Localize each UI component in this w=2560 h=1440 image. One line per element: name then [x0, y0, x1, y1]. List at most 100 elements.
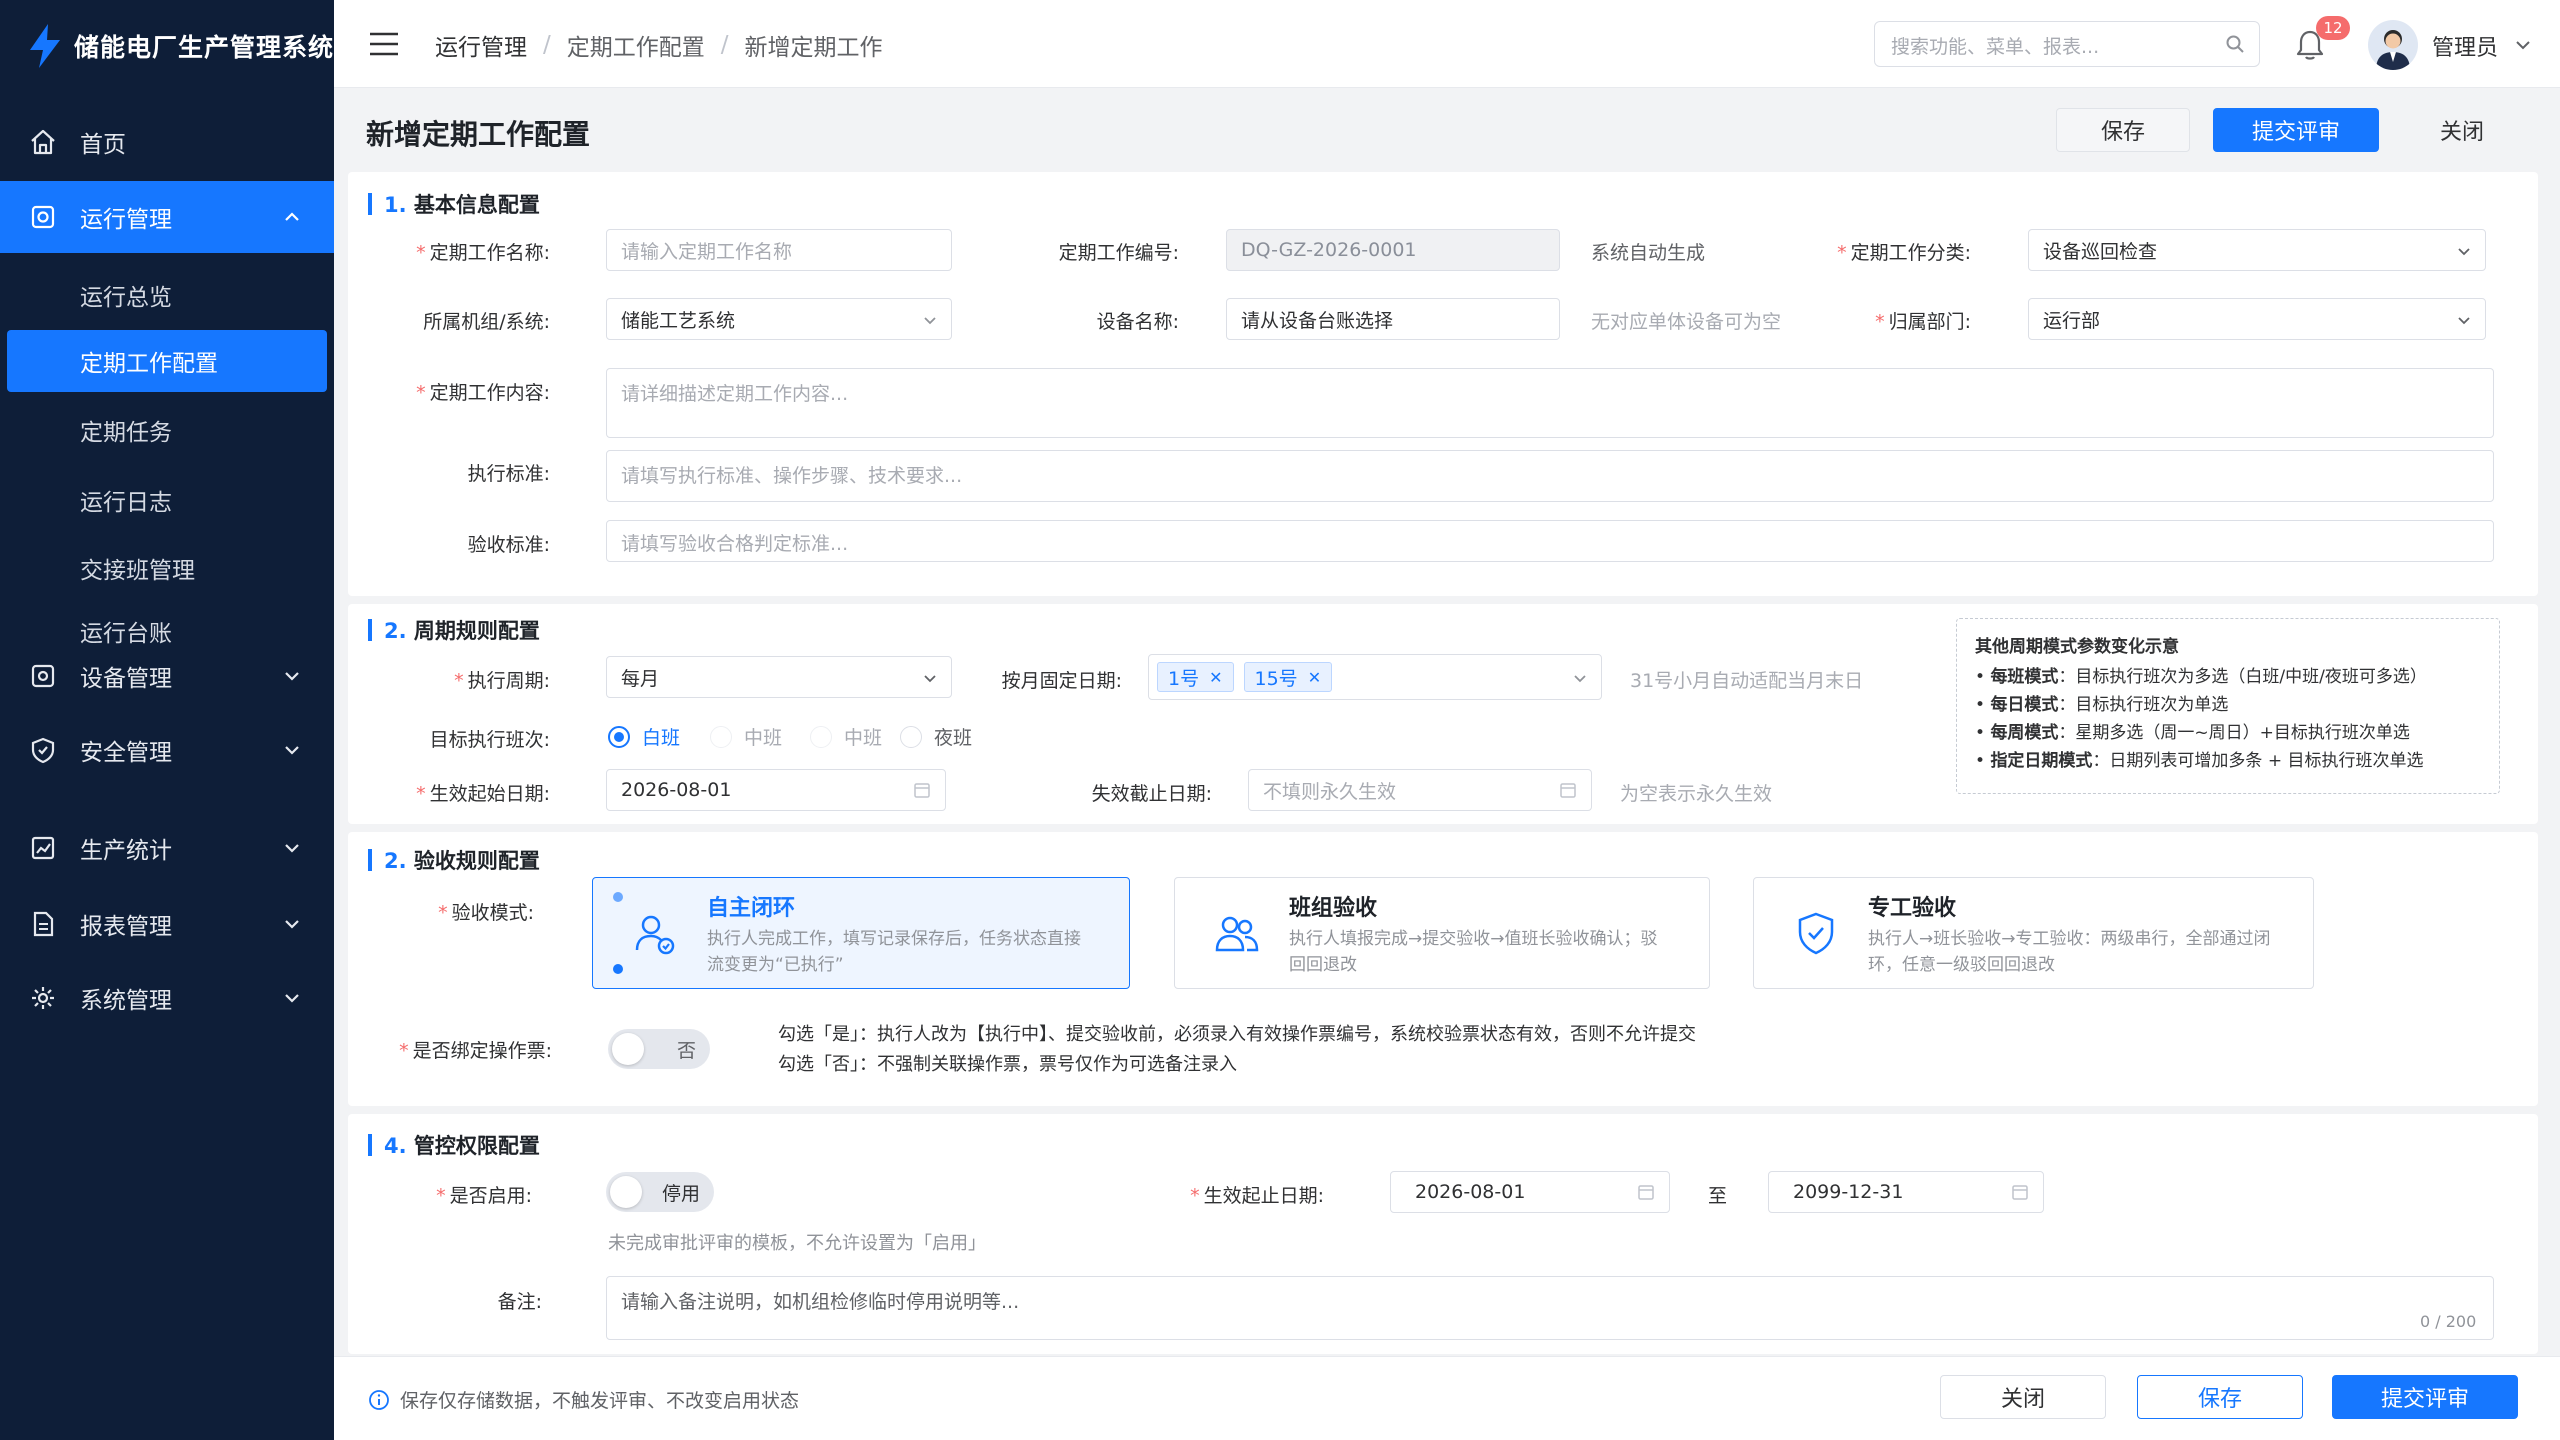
sidebar-subitem-label: 定期任务 — [80, 420, 172, 446]
chevron-down-icon — [924, 675, 936, 683]
period-select[interactable]: 每月 — [606, 656, 952, 698]
radio-middle-shift[interactable]: 中班 — [710, 723, 782, 750]
sidebar-subitem-periodic-config[interactable]: 定期工作配置 — [7, 330, 327, 392]
fixed-date-multiselect[interactable]: 1号 ✕ 15号 ✕ — [1148, 654, 1602, 700]
shift-label: 目标执行班次: — [429, 729, 550, 751]
section-title-cycle: 2. 周期规则配置 — [368, 615, 540, 645]
footer-info: 保存仅存储数据，不触发评审、不改变启用状态 — [368, 1386, 799, 1413]
fixed-date-label: 按月固定日期: — [1001, 670, 1122, 692]
system-select[interactable]: 储能工艺系统 — [606, 298, 952, 340]
calendar-icon — [2012, 1185, 2028, 1200]
sidebar-item-home[interactable]: 首页 — [0, 106, 334, 178]
mode-card-self-closed[interactable]: 自主闭环 执行人完成工作，填写记录保存后，任务状态直接流变更为“已执行” — [592, 877, 1130, 989]
section-title-text: 周期规则配置 — [413, 619, 540, 643]
fixed-date-hint: 31号小月自动适配当月末日 — [1630, 670, 1864, 692]
search-placeholder: 搜索功能、菜单、报表... — [1891, 36, 2100, 58]
home-icon — [28, 127, 58, 157]
top-header: 运行管理 / 定期工作配置 / 新增定期工作 搜索功能、菜单、报表... 12 … — [334, 0, 2560, 88]
submit-review-button[interactable]: 提交评审 — [2213, 108, 2379, 152]
bind-ticket-toggle[interactable]: 否 — [608, 1029, 710, 1069]
avatar[interactable] — [2368, 20, 2418, 70]
sidebar-subitem-overview[interactable]: 运行总览 — [0, 264, 334, 326]
calendar-icon — [1638, 1185, 1654, 1200]
footer-submit-button[interactable]: 提交评审 — [2332, 1375, 2518, 1419]
sidebar-item-operations[interactable]: 运行管理 — [0, 181, 334, 253]
app-title: 储能电厂生产管理系统 — [74, 33, 335, 62]
footer-close-button[interactable]: 关闭 — [1940, 1375, 2106, 1419]
system-label: 所属机组/系统: — [423, 311, 550, 333]
calendar-icon — [1560, 783, 1576, 798]
exec-standard-textarea[interactable]: 请填写执行标准、操作步骤、技术要求... — [606, 450, 2494, 502]
sidebar-item-statistics[interactable]: 生产统计 — [0, 812, 334, 884]
username[interactable]: 管理员 — [2432, 30, 2498, 62]
info-icon — [369, 1389, 389, 1410]
sidebar-subitem-shift-handover[interactable]: 交接班管理 — [0, 537, 334, 599]
device-input[interactable]: 请从设备台账选择 — [1226, 298, 1560, 340]
start-date-picker[interactable]: 2026-08-01 — [606, 769, 946, 811]
work-code-field: DQ-GZ-2026-0001 — [1226, 229, 1560, 271]
chevron-down-icon[interactable] — [2514, 36, 2532, 54]
lightning-logo-icon — [30, 24, 60, 68]
accept-standard-label: 验收标准: — [467, 534, 550, 556]
close-icon[interactable]: ✕ — [1308, 668, 1321, 687]
work-content-textarea[interactable]: 请详细描述定期工作内容... — [606, 368, 2494, 438]
mode-desc: 执行人填报完成→提交验收→值班长验收确认；驳回回退改 — [1289, 929, 1658, 975]
menu-toggle-icon[interactable] — [368, 30, 400, 58]
breadcrumb-separator: / — [543, 32, 551, 58]
enable-toggle[interactable]: 停用 — [606, 1172, 714, 1212]
footer-info-text: 保存仅存储数据，不触发评审、不改变启用状态 — [400, 1390, 800, 1412]
chevron-down-icon — [2458, 248, 2470, 256]
note-line: • 每日模式：目标执行班次为单选 — [1975, 695, 2229, 715]
remark-textarea[interactable]: 请输入备注说明，如机组检修临时停用说明等... — [606, 1276, 2494, 1340]
category-select[interactable]: 设备巡回检查 — [2028, 229, 2486, 271]
sidebar-item-safety[interactable]: 安全管理 — [0, 714, 334, 786]
mode-desc: 执行人完成工作，填写记录保存后，任务状态直接流变更为“已执行” — [707, 929, 1081, 975]
radio-night-shift[interactable]: 夜班 — [900, 723, 972, 750]
chevron-down-icon — [2458, 317, 2470, 325]
section-number: 1. — [384, 193, 407, 217]
save-button[interactable]: 保存 — [2056, 108, 2190, 152]
global-search-input[interactable]: 搜索功能、菜单、报表... — [1874, 21, 2260, 67]
accept-standard-textarea[interactable]: 请填写验收合格判定标准... — [606, 520, 2494, 562]
sidebar-subitem-logs[interactable]: 运行日志 — [0, 469, 334, 531]
end-date-picker[interactable]: 不填则永久生效 — [1248, 769, 1592, 811]
section-title-text: 基本信息配置 — [413, 193, 540, 217]
work-name-input[interactable]: 请输入定期工作名称 — [606, 229, 952, 271]
close-icon[interactable]: ✕ — [1209, 668, 1222, 687]
department-select[interactable]: 运行部 — [2028, 298, 2486, 340]
chevron-down-icon — [924, 317, 936, 325]
sidebar-item-system[interactable]: 系统管理 — [0, 962, 334, 1034]
users-icon — [1215, 916, 1259, 952]
close-button[interactable]: 关闭 — [2400, 108, 2524, 152]
sidebar-item-equipment[interactable]: 设备管理 — [0, 640, 334, 712]
sidebar-item-label: 系统管理 — [80, 988, 172, 1014]
chart-icon — [28, 833, 58, 863]
chevron-up-icon — [285, 212, 299, 221]
mode-card-team-acceptance[interactable]: 班组验收 执行人填报完成→提交验收→值班长验收确认；驳回回退改 — [1174, 877, 1710, 989]
effective-from-picker[interactable]: 2026-08-01 — [1390, 1171, 1670, 1213]
breadcrumb-item[interactable]: 定期工作配置 — [567, 28, 705, 62]
gear-icon — [28, 983, 58, 1013]
sidebar-subitem-periodic-tasks[interactable]: 定期任务 — [0, 399, 334, 461]
shield-icon — [28, 735, 58, 765]
note-line: • 指定日期模式：日期列表可增加多条 + 目标执行班次单选 — [1975, 751, 2424, 771]
remark-label: 备注: — [497, 1291, 542, 1313]
sidebar-item-label: 安全管理 — [80, 740, 172, 766]
footer-save-button[interactable]: 保存 — [2137, 1375, 2303, 1419]
category-label: * 定期工作分类: — [1837, 242, 1971, 264]
section-title-acceptance: 2. 验收规则配置 — [368, 845, 540, 875]
chevron-down-icon — [1574, 675, 1586, 683]
operations-icon — [28, 202, 58, 232]
department-label: * 归属部门: — [1875, 311, 1971, 333]
effective-to-picker[interactable]: 2099-12-31 — [1768, 1171, 2044, 1213]
radio-middle-shift-2[interactable]: 中班 — [810, 723, 882, 750]
sidebar-item-label: 首页 — [80, 132, 126, 158]
radio-day-shift[interactable]: 白班 — [608, 723, 680, 750]
section-title-control: 4. 管控权限配置 — [368, 1130, 540, 1160]
breadcrumb-item[interactable]: 运行管理 — [435, 28, 527, 62]
mode-card-specialist-acceptance[interactable]: 专工验收 执行人→班长验收→专工验收：两级串行，全部通过闭环，任意一级驳回回退改 — [1753, 877, 2314, 989]
section-number: 2. — [384, 619, 407, 643]
search-icon[interactable] — [2225, 34, 2245, 54]
section-title-text: 管控权限配置 — [413, 1134, 540, 1158]
sidebar-item-reports[interactable]: 报表管理 — [0, 888, 334, 960]
